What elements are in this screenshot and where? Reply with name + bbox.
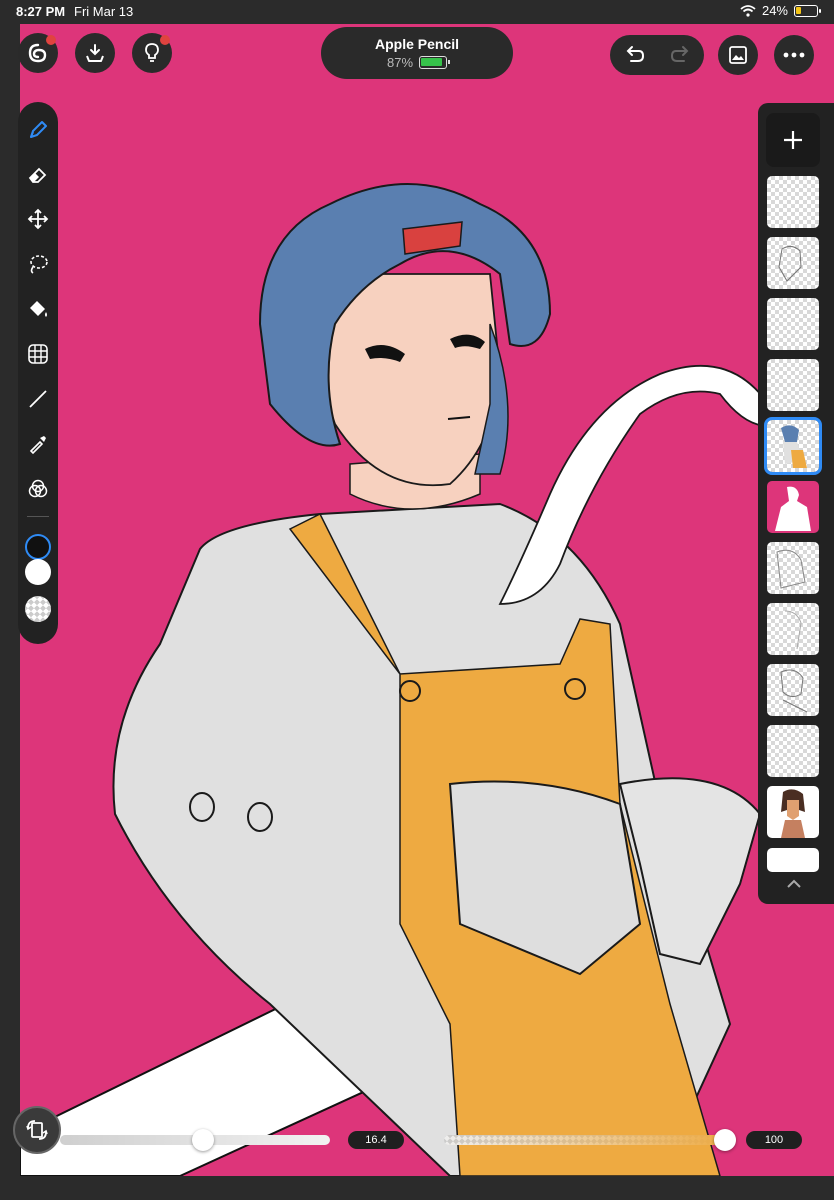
- add-layer-button[interactable]: [766, 113, 820, 167]
- redo-icon[interactable]: [670, 44, 692, 66]
- tool-lasso[interactable]: [18, 248, 58, 280]
- layer-thumbnail[interactable]: [767, 603, 819, 655]
- undo-redo-group: [610, 35, 704, 75]
- export-button[interactable]: [75, 33, 115, 73]
- artwork-ribbon: [498, 365, 782, 605]
- tips-icon: [145, 43, 159, 62]
- layer-sketch-preview: [776, 549, 806, 589]
- tool-move[interactable]: [18, 203, 58, 235]
- pencil-title: Apple Pencil: [374, 36, 460, 52]
- fill-icon: [30, 301, 47, 317]
- tool-eraser[interactable]: [18, 159, 58, 191]
- pencil-battery-icon: [419, 56, 451, 69]
- layer-thumbnail-selected[interactable]: [764, 417, 822, 475]
- layer-sketch-preview: [778, 245, 802, 282]
- more-button[interactable]: [774, 35, 814, 75]
- layer-thumbnail[interactable]: [767, 481, 819, 533]
- gallery-button[interactable]: [718, 35, 758, 75]
- status-right: 24%: [740, 3, 821, 18]
- layer-thumbnail[interactable]: [767, 542, 819, 594]
- more-icon: [783, 52, 805, 58]
- brush-icon: [30, 121, 47, 138]
- status-time: 8:27 PM: [16, 4, 66, 19]
- left-margin: [0, 24, 20, 1176]
- move-icon: [27, 208, 49, 230]
- layer-sketch-preview: [780, 669, 808, 713]
- rotate-icon: [26, 1120, 48, 1140]
- artwork-apron-button-2: [564, 678, 586, 700]
- plus-icon: [784, 131, 802, 149]
- eraser-icon: [28, 167, 47, 183]
- lasso-icon: [30, 255, 48, 274]
- opacity-slider[interactable]: [444, 1135, 736, 1145]
- undo-icon[interactable]: [623, 44, 645, 66]
- tool-grid[interactable]: [18, 338, 58, 370]
- tool-brush[interactable]: [18, 114, 58, 146]
- notification-dot: [160, 35, 170, 45]
- battery-icon: [794, 4, 821, 17]
- bottom-margin: [0, 1176, 834, 1200]
- layer-portrait-preview: [781, 789, 805, 838]
- line-icon: [29, 390, 47, 408]
- background-layer[interactable]: [767, 848, 819, 872]
- pencil-status: Apple Pencil 87%: [321, 27, 513, 79]
- wifi-icon: [740, 4, 756, 17]
- rotate-canvas-button[interactable]: [13, 1106, 61, 1154]
- eyedropper-icon: [29, 436, 46, 455]
- tool-line[interactable]: [18, 383, 58, 415]
- export-icon: [86, 44, 104, 62]
- opacity-knob[interactable]: [714, 1129, 736, 1151]
- opacity-value: 100: [746, 1131, 802, 1149]
- layer-thumbnail[interactable]: [767, 664, 819, 716]
- tips-button[interactable]: [132, 33, 172, 73]
- artwork-apron-button-1: [399, 680, 421, 702]
- tool-palette: [18, 102, 58, 644]
- app-logo-button[interactable]: [18, 33, 58, 73]
- layers-panel: [758, 103, 834, 904]
- layer-thumbnail[interactable]: [767, 176, 819, 228]
- pencil-battery-percent: 87%: [386, 55, 414, 70]
- battery-percent: 24%: [761, 3, 788, 18]
- pencil-battery-row: 87%: [321, 55, 513, 70]
- color-swatch-secondary[interactable]: [25, 559, 51, 585]
- layer-thumbnail[interactable]: [767, 237, 819, 289]
- status-date: Fri Mar 13: [74, 4, 134, 19]
- notification-dot: [46, 35, 56, 45]
- layer-thumbnail[interactable]: [767, 725, 819, 777]
- color-swatch-primary[interactable]: [25, 534, 51, 560]
- app-logo-icon: [28, 43, 47, 63]
- color-swatch-transparent[interactable]: [25, 596, 51, 622]
- status-bar: 8:27 PM Fri Mar 13 24%: [0, 0, 834, 24]
- layer-sketch-preview: [784, 610, 802, 650]
- layer-thumbnail[interactable]: [767, 786, 819, 838]
- layer-silhouette-preview: [775, 486, 811, 531]
- tool-fill[interactable]: [18, 293, 58, 325]
- brush-size-value: 16.4: [348, 1131, 404, 1149]
- tool-blend[interactable]: [18, 473, 58, 505]
- grid-icon: [28, 344, 48, 364]
- gallery-icon: [729, 46, 747, 64]
- artwork: [20, 183, 782, 1176]
- blend-icon: [28, 479, 48, 498]
- layer-thumbnail[interactable]: [767, 359, 819, 411]
- chevron-up-icon[interactable]: [786, 879, 802, 889]
- tool-eyedropper[interactable]: [18, 428, 58, 460]
- layer-color-preview: [781, 425, 807, 468]
- toolbar-divider: [27, 516, 49, 517]
- drawing-canvas[interactable]: [20, 24, 834, 1176]
- layer-thumbnail[interactable]: [767, 298, 819, 350]
